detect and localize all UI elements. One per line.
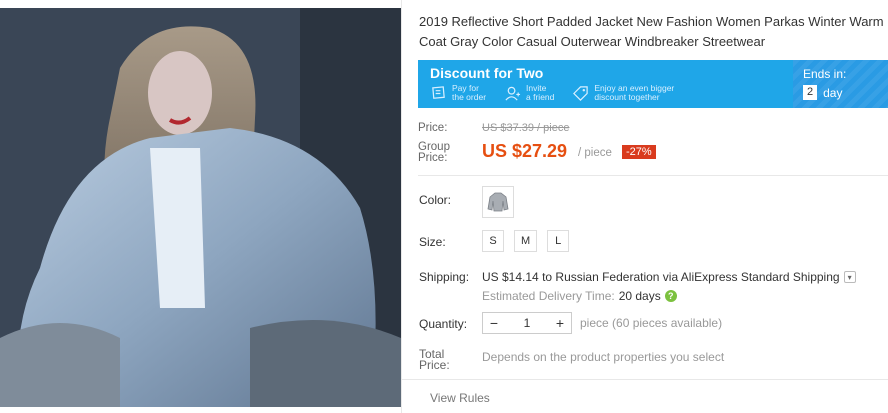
- shipping-cost: US $14.14: [482, 270, 539, 284]
- divider: [402, 379, 888, 380]
- shipping-label: Shipping:: [419, 270, 470, 284]
- original-price: US $37.39 / piece: [482, 122, 570, 134]
- banner-step-invite: Invite a friend: [504, 84, 554, 102]
- ends-in-value: 2 day: [803, 85, 842, 100]
- banner-countdown: Ends in: 2 day: [793, 60, 888, 108]
- group-price-label-2: Price:: [418, 152, 448, 164]
- price-block: Price: US $37.39 / piece Group Price: US…: [418, 112, 888, 176]
- size-label: Size:: [419, 235, 446, 249]
- banner-step-enjoy: Enjoy an even bigger discount together: [572, 84, 674, 102]
- ends-in-label: Ends in:: [803, 67, 847, 81]
- estimated-delivery-value: 20 days: [618, 289, 661, 303]
- banner-step-invite-text: Invite a friend: [526, 83, 555, 102]
- quantity-stepper[interactable]: − 1 +: [482, 312, 572, 334]
- ends-in-number: 2: [803, 85, 818, 100]
- estimated-delivery: Estimated Delivery Time: 20 days ?: [482, 289, 677, 303]
- quantity-available: piece (60 pieces available): [580, 316, 723, 330]
- help-icon[interactable]: ?: [664, 290, 677, 302]
- total-price-note: Depends on the product properties you se…: [482, 350, 725, 364]
- group-price: US $27.29: [482, 141, 568, 161]
- banner-title: Discount for Two: [430, 65, 544, 81]
- cart-icon: [432, 85, 445, 99]
- view-rules-link[interactable]: View Rules: [430, 391, 490, 405]
- quantity-input[interactable]: 1: [505, 316, 549, 330]
- per-piece-label: / piece: [578, 147, 612, 159]
- estimated-delivery-label: Estimated Delivery Time:: [482, 289, 615, 303]
- quantity-increase-button[interactable]: +: [549, 313, 571, 333]
- size-option-l[interactable]: L: [547, 230, 570, 252]
- color-swatch-gray[interactable]: [482, 186, 514, 218]
- shipping-info[interactable]: US $14.14 to Russian Federation via AliE…: [482, 270, 856, 284]
- discount-banner[interactable]: Discount for Two Pay for the order Invit…: [418, 60, 888, 108]
- total-price-label-2: Price:: [419, 358, 450, 372]
- size-option-s[interactable]: S: [482, 230, 504, 252]
- product-info-panel: 2019 Reflective Short Padded Jacket New …: [401, 0, 888, 413]
- ends-in-unit: day: [823, 85, 843, 100]
- banner-step-enjoy-text: Enjoy an even bigger discount together: [594, 83, 675, 102]
- quantity-label: Quantity:: [419, 317, 468, 331]
- person-invite-icon: [505, 86, 521, 101]
- product-title: 2019 Reflective Short Padded Jacket New …: [419, 14, 884, 49]
- banner-step-pay-text: Pay for the order: [452, 83, 487, 102]
- color-label: Color:: [419, 193, 452, 207]
- shipping-destination: to Russian Federation via AliExpress Sta…: [542, 270, 840, 284]
- price-label: Price:: [418, 122, 448, 134]
- product-photo[interactable]: [0, 8, 401, 407]
- tag-icon: [573, 85, 589, 101]
- banner-main: Discount for Two Pay for the order Invit…: [418, 60, 793, 108]
- total-price-label: Total Price:: [419, 348, 450, 372]
- banner-steps: Pay for the order Invite a friend Enjoy …: [430, 84, 692, 102]
- jacket-thumbnail-icon: [487, 192, 509, 212]
- chevron-down-icon[interactable]: ▾: [843, 271, 856, 283]
- banner-step-pay: Pay for the order: [430, 84, 486, 102]
- quantity-decrease-button[interactable]: −: [483, 313, 505, 333]
- size-options: S M L: [482, 230, 579, 252]
- size-option-m[interactable]: M: [514, 230, 538, 252]
- discount-badge: -27%: [622, 145, 656, 159]
